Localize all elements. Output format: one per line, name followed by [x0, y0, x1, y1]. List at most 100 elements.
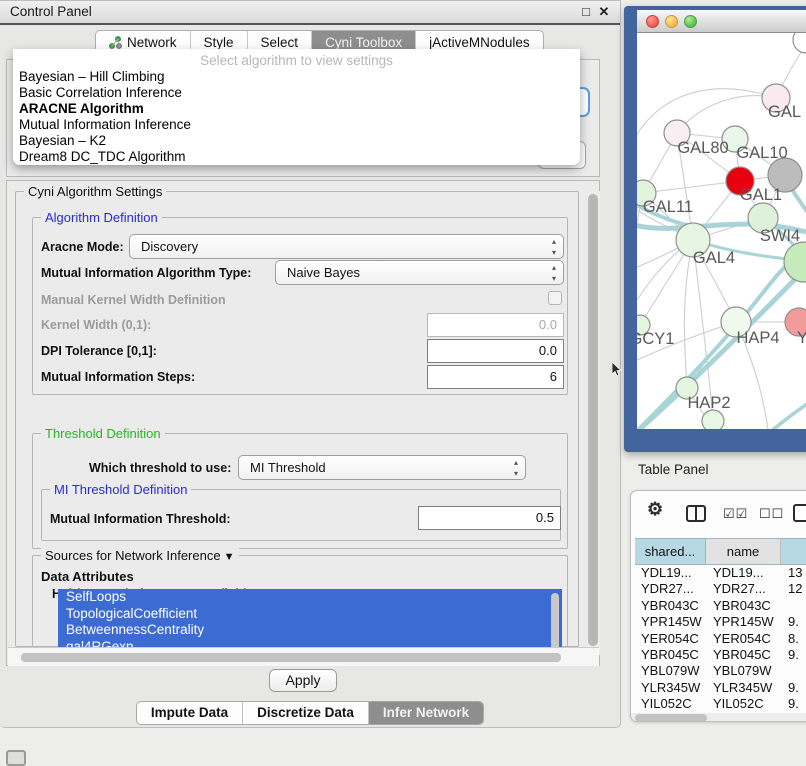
table-cell[interactable]: YDL19... [635, 565, 706, 581]
table-panel-title: Table Panel [638, 462, 709, 477]
dropdown-item[interactable]: Bayesian – Hill Climbing [18, 69, 575, 85]
table-cell[interactable]: YBL079W [635, 663, 706, 679]
network-edge[interactable] [643, 181, 740, 193]
list-scrollbar[interactable] [551, 593, 559, 655]
network-node[interactable] [793, 33, 806, 53]
table-row[interactable]: YBR045CYBR045C9. [635, 647, 806, 663]
column-header-name[interactable]: name [706, 539, 781, 564]
table-row[interactable]: YLR345WYLR345W9. [635, 680, 806, 696]
table-cell[interactable]: 9. [781, 680, 806, 696]
dropdown-item[interactable]: Basic Correlation Inference [18, 85, 575, 101]
close-window-icon[interactable] [597, 5, 611, 19]
deselect-all-checkboxes-icon[interactable] [759, 506, 784, 522]
dropdown-item-selected[interactable]: ARACNE Algorithm [18, 101, 575, 117]
network-graph-icon [109, 36, 122, 49]
table-cell[interactable]: YER054C [635, 631, 706, 647]
scrollbar-thumb[interactable] [21, 653, 561, 662]
table-cell[interactable]: 13 [781, 565, 806, 581]
table-cell[interactable]: YIL052C [635, 696, 706, 712]
table-row[interactable]: YBL079WYBL079W [635, 663, 806, 679]
list-item[interactable]: SelfLoops [58, 589, 562, 606]
tab-infer-network[interactable]: Infer Network [368, 702, 483, 724]
settings-horizontal-scrollbar[interactable] [8, 647, 599, 666]
mi-algorithm-type-combobox[interactable]: Naive Bayes [275, 260, 564, 285]
settings-vertical-scrollbar[interactable] [587, 191, 600, 655]
sources-collapse-header[interactable]: Sources for Network Inference [41, 548, 239, 563]
table-cell[interactable]: YPR145W [635, 614, 706, 630]
dropdown-item[interactable]: Mutual Information Inference [18, 117, 575, 133]
table-cell[interactable]: YDR27... [706, 581, 781, 597]
table-cell[interactable]: YBR045C [706, 647, 781, 663]
which-threshold-combobox[interactable]: MI Threshold [238, 455, 526, 480]
mi-steps-field[interactable]: 6 [427, 365, 564, 389]
kernel-width-field[interactable]: 0.0 [427, 313, 564, 337]
network-edge[interactable] [677, 96, 776, 133]
table-row[interactable]: YIL052CYIL052C9. [635, 696, 806, 712]
gear-icon[interactable] [647, 499, 663, 520]
docked-panel-icon[interactable] [6, 750, 26, 766]
table-horizontal-scrollbar[interactable] [631, 713, 806, 722]
table-cell[interactable]: YBL079W [706, 663, 781, 679]
list-item[interactable]: TopologicalCoefficient [58, 606, 562, 623]
threshold-definition-group: Threshold Definition Which threshold to … [32, 433, 568, 549]
network-canvas-svg: GALGAL80GAL10GAL1GAL11SWI4GAL4GCY1HAP4YH… [637, 33, 806, 429]
minimize-traffic-icon[interactable] [665, 15, 678, 28]
table-row[interactable]: YDL19...YDL19...13 [635, 565, 806, 581]
columns-icon[interactable] [686, 505, 706, 522]
network-node[interactable] [702, 410, 724, 429]
table-cell[interactable]: YDL19... [706, 565, 781, 581]
table-cell[interactable]: 12 [781, 581, 806, 597]
network-node-label: GAL10 [736, 144, 787, 162]
table-cell[interactable]: 9. [781, 696, 806, 712]
table-row[interactable]: YER054CYER054C8. [635, 631, 806, 647]
table-cell[interactable] [781, 598, 806, 614]
cyni-settings-panel: Cyni Algorithm Settings Algorithm Defini… [6, 180, 600, 666]
network-node-label: SWI4 [760, 227, 800, 245]
dropdown-item[interactable]: Dream8 DC_TDC Algorithm [18, 149, 575, 165]
table-row[interactable]: YPR145WYPR145W9. [635, 614, 806, 630]
zoom-traffic-icon[interactable] [684, 15, 697, 28]
table-row[interactable]: YBR043CYBR043C [635, 598, 806, 614]
control-panel-titlebar: Control Panel [0, 1, 620, 25]
select-all-checkboxes-icon[interactable] [723, 506, 748, 522]
group-title: MI Threshold Definition [50, 482, 191, 497]
dpi-tolerance-field[interactable]: 0.0 [427, 339, 564, 363]
table-row[interactable]: YDR27...YDR27...12 [635, 581, 806, 597]
scrollbar-thumb[interactable] [635, 714, 707, 722]
table-cell[interactable]: 9. [781, 647, 806, 663]
table-cell[interactable]: YIL052C [706, 696, 781, 712]
tab-discretize-data[interactable]: Discretize Data [242, 702, 368, 724]
column-header-shared-name[interactable]: shared... [635, 539, 706, 564]
mi-threshold-field[interactable]: 0.5 [418, 506, 561, 530]
network-edge[interactable] [684, 240, 693, 388]
table-cell[interactable]: 8. [781, 631, 806, 647]
list-item[interactable]: BetweennessCentrality [58, 622, 562, 639]
apply-button[interactable]: Apply [269, 669, 337, 692]
table-cell[interactable]: YDR27... [635, 581, 706, 597]
table-cell[interactable]: 9. [781, 614, 806, 630]
function-builder-icon[interactable] [793, 504, 806, 522]
table-cell[interactable]: YBR043C [635, 598, 706, 614]
network-node-label: HAP2 [687, 394, 730, 412]
network-edge[interactable] [770, 402, 806, 429]
network-window-titlebar[interactable] [637, 10, 806, 33]
network-node[interactable] [784, 242, 806, 282]
table-cell[interactable]: YLR345W [706, 680, 781, 696]
dropdown-item[interactable]: Bayesian – K2 [18, 133, 575, 149]
table-cell[interactable]: YER054C [706, 631, 781, 647]
table-cell[interactable]: YLR345W [635, 680, 706, 696]
table-cell[interactable] [781, 663, 806, 679]
close-traffic-icon[interactable] [646, 15, 659, 28]
table-panel-window: shared... name YDL19...YDL19...13YDR27..… [630, 490, 806, 722]
network-canvas[interactable]: GALGAL80GAL10GAL1GAL11SWI4GAL4GCY1HAP4YH… [637, 33, 806, 429]
tab-impute-data[interactable]: Impute Data [137, 702, 242, 724]
table-cell[interactable]: YPR145W [706, 614, 781, 630]
network-view-window: GALGAL80GAL10GAL1GAL11SWI4GAL4GCY1HAP4YH… [624, 6, 806, 452]
column-header-partial[interactable] [781, 539, 806, 564]
float-window-icon[interactable] [579, 5, 593, 19]
table-cell[interactable]: YBR045C [635, 647, 706, 663]
manual-kernel-checkbox[interactable] [548, 291, 562, 305]
table-cell[interactable]: YBR043C [706, 598, 781, 614]
aracne-mode-combobox[interactable]: Discovery [129, 234, 564, 259]
scrollbar-thumb[interactable] [588, 194, 598, 646]
